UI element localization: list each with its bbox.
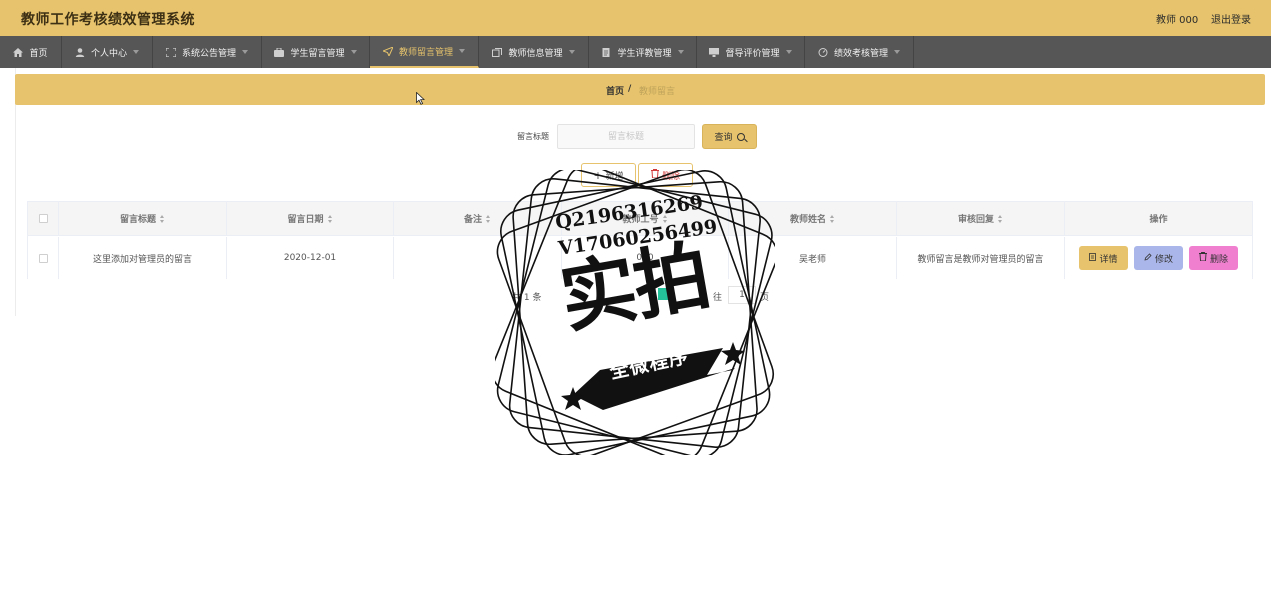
row-checkbox[interactable]	[38, 253, 48, 263]
breadcrumb-separator: /	[628, 84, 632, 94]
nav-item-label: 绩效考核管理	[833, 48, 888, 59]
send-icon	[381, 45, 394, 57]
nav-item-label: 首页	[29, 48, 48, 59]
nav-item-label: 学生留言管理	[290, 48, 345, 59]
sort-icon	[327, 214, 333, 223]
search-button[interactable]: 查询	[702, 124, 757, 149]
sort-icon	[486, 214, 491, 223]
chevron-down-icon	[133, 50, 139, 54]
chevron-down-icon	[459, 49, 465, 53]
column-header-actions: 操作	[1149, 215, 1168, 225]
search-label: 留言标题	[517, 132, 549, 141]
cell-date: 2020-12-01	[227, 237, 394, 279]
column-header-date[interactable]: 留言日期	[227, 202, 394, 235]
nav-item-label: 个人中心	[90, 48, 127, 59]
nav-item-label: 教师信息管理	[508, 48, 563, 59]
column-header-reply[interactable]: 审核回复	[897, 202, 1065, 235]
nav-item-label: 督导评价管理	[725, 48, 780, 59]
nav-item-teacher-info[interactable]: 教师信息管理	[479, 36, 589, 68]
nav-item-label: 教师留言管理	[398, 47, 453, 58]
sort-icon	[998, 214, 1003, 223]
gauge-icon	[818, 47, 828, 57]
chevron-down-icon	[894, 50, 900, 54]
breadcrumb-home[interactable]: 首页	[606, 84, 624, 97]
mouse-cursor-icon	[416, 92, 425, 105]
search-input[interactable]	[557, 124, 695, 149]
select-all-checkbox[interactable]	[38, 214, 48, 223]
nav-item-announcement[interactable]: 系统公告管理	[153, 36, 262, 68]
briefcase-icon	[274, 47, 285, 57]
search-icon	[736, 132, 745, 141]
nav-item-student-message[interactable]: 学生留言管理	[262, 36, 370, 68]
nav-item-label: 系统公告管理	[181, 48, 236, 59]
main-nav: 首页 个人中心 系统公告管理 学生留言管理 教师留言管理 教师信息管理 学生评教…	[0, 36, 1271, 68]
copy-icon	[492, 47, 503, 57]
row-select-cell	[28, 237, 59, 279]
nav-item-supervision[interactable]: 督导评价管理	[697, 36, 805, 68]
document-icon	[1089, 252, 1097, 264]
cell-reply: 教师留言是教师对管理员的留言	[897, 237, 1065, 279]
document-icon	[601, 47, 611, 57]
cell-actions: 详情 修改 删除	[1065, 237, 1252, 279]
nav-item-home[interactable]: 首页	[0, 36, 62, 68]
sort-icon	[160, 214, 165, 223]
monitor-icon	[709, 47, 720, 57]
detail-button[interactable]: 详情	[1079, 246, 1128, 270]
top-header: 教师工作考核绩效管理系统 教师 000 退出登录	[0, 0, 1271, 36]
user-icon	[75, 47, 85, 57]
select-all-cell	[28, 202, 59, 235]
nav-item-label: 学生评教管理	[617, 48, 672, 59]
pencil-icon	[1144, 252, 1152, 264]
chevron-down-icon	[568, 50, 575, 54]
search-button-label: 查询	[714, 133, 733, 143]
fullscreen-icon	[165, 46, 177, 58]
nav-item-student-evaluation[interactable]: 学生评教管理	[589, 36, 697, 68]
chevron-down-icon	[785, 50, 792, 54]
cell-title: 这里添加对管理员的留言	[59, 237, 227, 279]
current-user: 教师 000	[1156, 15, 1199, 26]
row-delete-button[interactable]: 删除	[1189, 246, 1238, 270]
breadcrumb-current: 教师留言	[639, 87, 676, 97]
sort-icon	[830, 214, 835, 223]
nav-item-performance[interactable]: 绩效考核管理	[805, 36, 914, 68]
column-header-title[interactable]: 留言标题	[59, 202, 227, 235]
logout-link[interactable]: 退出登录	[1211, 11, 1251, 26]
chevron-down-icon	[677, 50, 684, 54]
nav-item-teacher-message[interactable]: 教师留言管理	[370, 36, 479, 68]
trash-icon	[1198, 252, 1207, 264]
home-icon	[13, 47, 24, 57]
system-title: 教师工作考核绩效管理系统	[21, 12, 195, 28]
chevron-down-icon	[242, 50, 248, 54]
edit-button[interactable]: 修改	[1134, 246, 1183, 270]
nav-item-personal-center[interactable]: 个人中心	[62, 36, 153, 68]
chevron-down-icon	[350, 50, 357, 54]
